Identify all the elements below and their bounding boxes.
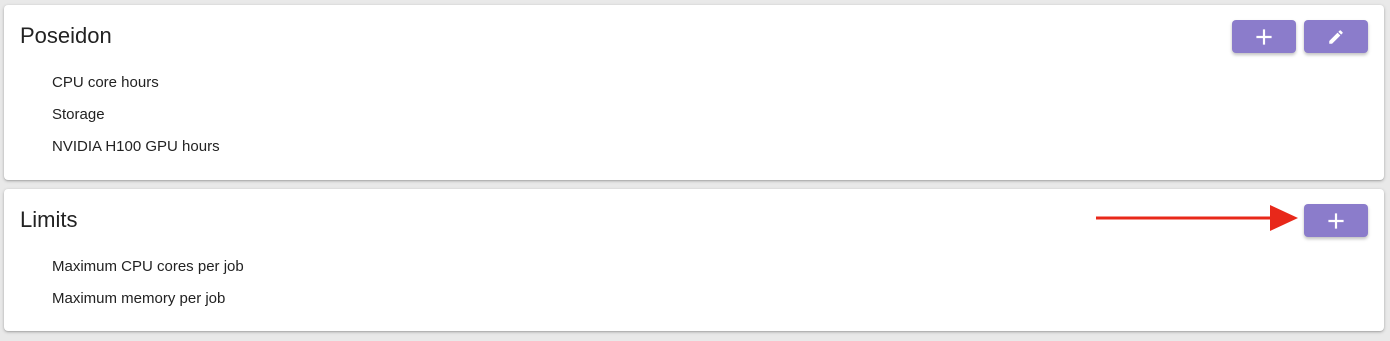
- page: Poseidon CPU core hours Storage NVIDIA H…: [0, 0, 1390, 341]
- limits-list: Maximum CPU cores per job Maximum memory…: [52, 257, 244, 321]
- arrow-right-icon: [1094, 204, 1298, 232]
- list-item: CPU core hours: [52, 74, 159, 91]
- plus-icon: [1328, 212, 1344, 229]
- list-item: Maximum memory per job: [52, 290, 226, 307]
- list-item: NVIDIA H100 GPU hours: [52, 138, 220, 155]
- pencil-icon: [1327, 28, 1345, 46]
- poseidon-resource-list: CPU core hours Storage NVIDIA H100 GPU h…: [52, 73, 220, 169]
- limits-title: Limits: [20, 207, 78, 232]
- poseidon-title: Poseidon: [20, 23, 112, 48]
- plus-icon: [1256, 28, 1272, 45]
- list-item: Maximum CPU cores per job: [52, 258, 244, 275]
- list-item: Storage: [52, 106, 105, 123]
- poseidon-edit-button[interactable]: [1304, 20, 1368, 53]
- poseidon-add-button[interactable]: [1232, 20, 1296, 53]
- limits-add-button[interactable]: [1304, 204, 1368, 237]
- poseidon-card: Poseidon CPU core hours Storage NVIDIA H…: [4, 5, 1384, 180]
